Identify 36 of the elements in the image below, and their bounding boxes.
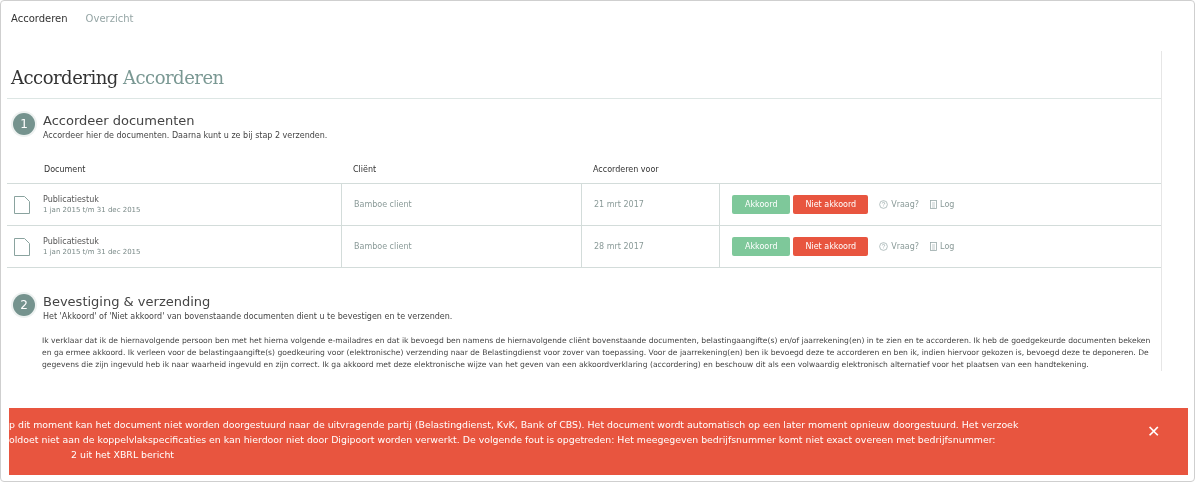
log-icon — [930, 242, 938, 251]
error-message-line: oldoet niet aan de koppelvlakspecificaties en kan hierdoor niet door Digipoort worden verwerkt. De volgende fout is opgetreden: Het meegegeven bedrijfsnummer komt niet exact overeen met bedrijfsnummer: — [9, 433, 997, 447]
client-name: Bamboe client — [354, 200, 412, 209]
log-link[interactable]: Log — [930, 200, 955, 209]
error-message-line: p dit moment kan het document niet worden doorgestuurd naar de uitvragende partij (Belastingdienst, KvK, Bank of CBS). Het document wordt automatisch op een later moment opnieuw doorgestuurd. Het verzoek — [9, 418, 1020, 432]
document-name: Publicatiestuk — [43, 195, 100, 204]
client-name: Bamboe client — [354, 242, 412, 251]
error-message-line: 2 uit het XBRL bericht — [70, 448, 176, 462]
nav-tab[interactable]: Overzicht — [85, 13, 134, 37]
step-subtitle: Accordeer hier de documenten. Daarna kunt u ze bij stap 2 verzenden. — [43, 131, 328, 140]
page-title: Accordering Accorderen — [7, 51, 1161, 99]
column-header: Cliënt — [353, 165, 377, 174]
document-icon — [13, 194, 31, 215]
step-number: 1 — [13, 113, 35, 135]
step-subtitle: Het 'Akkoord' of 'Niet akkoord' van bovenstaande documenten dient u te bevestigen en te verzenden. — [43, 312, 453, 321]
approve-button[interactable]: Akkoord — [732, 237, 791, 256]
log-icon — [930, 200, 938, 209]
nav-tab[interactable]: Accorderen — [11, 13, 68, 37]
due-date: 21 mrt 2017 — [594, 200, 644, 209]
question-link[interactable]: Vraag? — [879, 242, 920, 251]
document-name: Publicatiestuk — [43, 237, 100, 246]
question-icon — [879, 200, 889, 209]
step-number: 2 — [13, 294, 35, 316]
approve-button[interactable]: Akkoord — [732, 195, 791, 214]
log-link[interactable]: Log — [930, 242, 955, 251]
column-header: Document — [44, 165, 86, 174]
reject-button[interactable]: Niet akkoord — [793, 195, 869, 214]
reject-button[interactable]: Niet akkoord — [793, 237, 869, 256]
due-date: 28 mrt 2017 — [594, 242, 644, 251]
question-icon — [879, 242, 889, 251]
document-icon — [13, 236, 31, 257]
close-button[interactable]: ✕ — [1147, 422, 1160, 441]
step-title: Bevestiging & verzending — [43, 294, 212, 309]
question-link[interactable]: Vraag? — [879, 200, 920, 209]
column-header: Accorderen voor — [593, 165, 659, 174]
step-title: Accordeer documenten — [43, 113, 196, 128]
